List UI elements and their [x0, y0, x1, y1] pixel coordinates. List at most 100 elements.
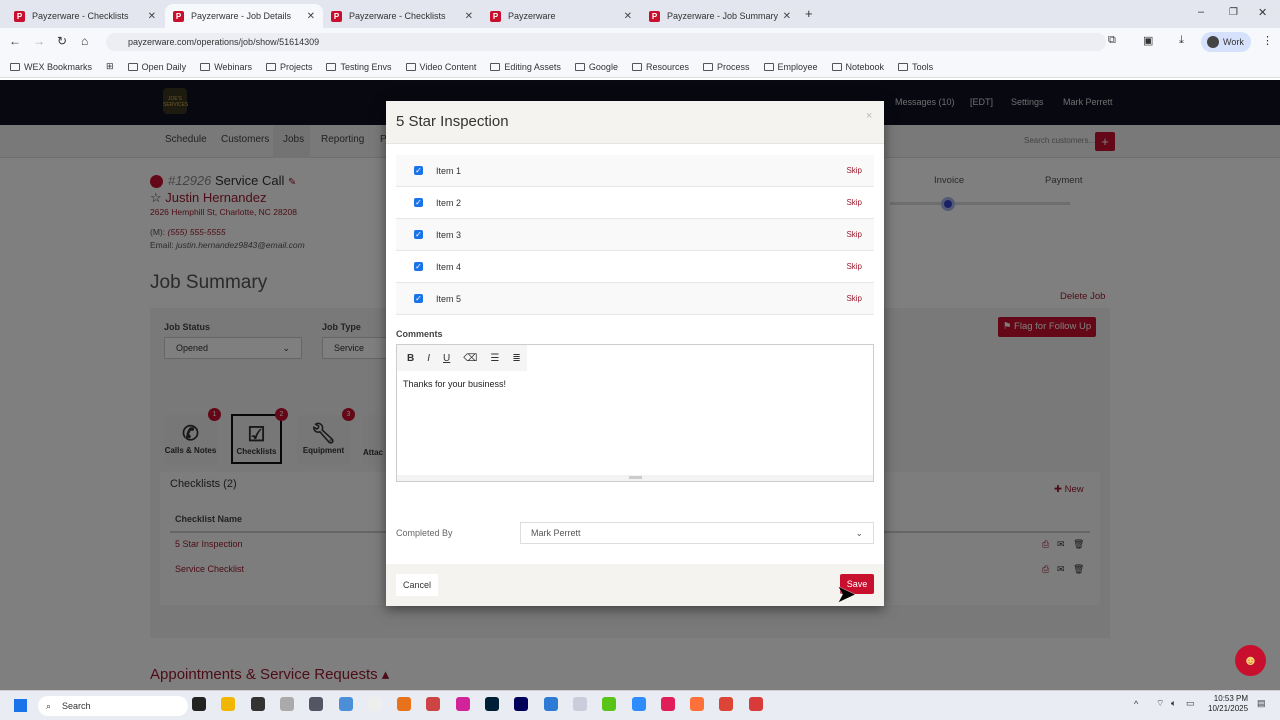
browser-tab[interactable]: P Payzerware - Job Summary ✕: [641, 4, 799, 28]
bookmark-item[interactable]: Google: [574, 62, 618, 72]
folder-icon: [763, 63, 774, 72]
close-tab-icon[interactable]: ✕: [148, 11, 156, 22]
close-tab-icon[interactable]: ✕: [465, 11, 473, 22]
bookmark-item[interactable]: Employee: [763, 62, 818, 72]
volume-icon[interactable]: 🔈︎: [1171, 698, 1176, 709]
browser-tab[interactable]: P Payzerware - Checklists ✕: [323, 4, 481, 28]
taskbar-app-icon[interactable]: [719, 697, 734, 711]
chat-widget-icon[interactable]: ☻: [1235, 645, 1266, 676]
battery-icon[interactable]: ▭: [1186, 698, 1195, 709]
taskbar-app-icon[interactable]: [309, 697, 324, 711]
close-window-icon[interactable]: ✕: [1258, 6, 1267, 19]
tray-chevron-icon[interactable]: ^: [1134, 699, 1138, 709]
taskbar-app-icon[interactable]: [367, 697, 382, 711]
taskbar-app-icon[interactable]: [221, 697, 236, 711]
close-tab-icon[interactable]: ✕: [624, 11, 632, 22]
comments-editor[interactable]: B I U ⌫ ☰ ≣ Thanks for your business!: [396, 344, 874, 482]
apps-grid-icon[interactable]: ⊞: [106, 61, 114, 72]
skip-link[interactable]: Skip: [846, 198, 862, 207]
bookmark-item[interactable]: Testing Envs: [326, 61, 392, 72]
bookmark-item[interactable]: WEX Bookmarks: [10, 62, 92, 72]
taskbar-app-icon[interactable]: [485, 697, 499, 711]
taskbar-search[interactable]: ⌕ Search: [38, 696, 188, 716]
comments-text[interactable]: Thanks for your business!: [397, 371, 873, 397]
bookmark-item[interactable]: Projects: [265, 62, 312, 72]
taskbar-app-icon[interactable]: [338, 697, 353, 711]
browser-tab[interactable]: P Payzerware - Checklists ✕: [6, 4, 164, 28]
completed-by-select[interactable]: Mark Perrett ⌄: [520, 522, 874, 544]
clock[interactable]: 10:53 PM 10/21/2025: [1208, 694, 1248, 714]
mouse-cursor-icon: ➤: [836, 581, 857, 608]
forward-icon[interactable]: →: [33, 34, 45, 48]
skip-link[interactable]: Skip: [846, 294, 862, 303]
taskbar-app-icon[interactable]: [602, 697, 617, 711]
bookmark-item[interactable]: Resources: [631, 62, 689, 72]
restore-icon[interactable]: ❐: [1229, 7, 1238, 18]
bookmark-label: Testing Envs: [340, 61, 392, 72]
menu-icon[interactable]: ⋮: [1262, 34, 1273, 47]
bookmark-item[interactable]: Open Daily: [127, 62, 186, 72]
italic-icon[interactable]: I: [427, 353, 430, 364]
payzerware-favicon-icon: P: [14, 10, 25, 22]
taskbar-app-icon[interactable]: [455, 697, 470, 711]
tab-title: Payzerware: [508, 11, 556, 21]
taskbar-app-icon[interactable]: [660, 697, 675, 711]
download-icon[interactable]: ⤓: [1179, 34, 1184, 47]
taskbar-app-icon[interactable]: [748, 697, 763, 711]
close-tab-icon[interactable]: ✕: [307, 11, 315, 22]
skip-link[interactable]: Skip: [846, 262, 862, 271]
notification-icon[interactable]: ▤: [1257, 698, 1266, 709]
taskbar-app-icon[interactable]: [690, 697, 705, 711]
item-label: Item 5: [436, 293, 462, 304]
extensions-icon[interactable]: ⧉: [1108, 34, 1116, 47]
bookmark-item[interactable]: Notebook: [831, 62, 884, 72]
taskbar-app-icon[interactable]: [279, 697, 294, 711]
bookmark-label: Video Content: [419, 61, 477, 72]
item-checkbox[interactable]: ✓: [414, 230, 423, 239]
reload-icon[interactable]: ↻: [57, 34, 67, 48]
skip-link[interactable]: Skip: [846, 230, 862, 239]
browser-tab-active[interactable]: P Payzerware - Job Details ✕: [165, 4, 323, 28]
item-checkbox[interactable]: ✓: [414, 166, 423, 175]
skip-link[interactable]: Skip: [846, 166, 862, 175]
tab-title: Payzerware - Checklists: [32, 11, 129, 21]
taskbar-app-icon[interactable]: [426, 697, 441, 711]
url-bar[interactable]: payzerware.com/operations/job/show/51614…: [106, 33, 1106, 51]
bookmark-item[interactable]: Editing Assets: [490, 62, 561, 72]
tab-title: Payzerware - Checklists: [349, 11, 446, 21]
taskbar-app-icon[interactable]: [514, 697, 529, 711]
cancel-button[interactable]: Cancel: [396, 574, 438, 596]
taskbar-app-icon[interactable]: [572, 697, 587, 711]
eraser-icon[interactable]: ⌫: [463, 353, 477, 364]
bookmark-item[interactable]: Process: [702, 61, 750, 72]
taskbar-app-icon[interactable]: [250, 697, 265, 711]
close-icon[interactable]: ×: [866, 110, 872, 122]
taskbar-app-icon[interactable]: [397, 697, 412, 711]
underline-icon[interactable]: U: [443, 353, 450, 364]
resize-handle[interactable]: [397, 475, 873, 481]
bookmark-item[interactable]: Video Content: [405, 61, 477, 72]
tab-search-icon[interactable]: ▣: [1143, 34, 1153, 47]
item-checkbox[interactable]: ✓: [414, 198, 423, 207]
home-icon[interactable]: ⌂: [81, 34, 88, 48]
taskbar-app-icon[interactable]: [192, 697, 206, 711]
bookmark-label: Tools: [912, 61, 934, 72]
taskbar-app-icon[interactable]: [631, 697, 646, 711]
bullet-list-icon[interactable]: ☰: [490, 353, 499, 364]
bookmark-item[interactable]: Webinars: [200, 62, 252, 72]
bold-icon[interactable]: B: [407, 353, 414, 364]
taskbar-app-icon[interactable]: [543, 697, 558, 711]
back-icon[interactable]: ←: [9, 34, 21, 48]
close-tab-icon[interactable]: ✕: [783, 11, 791, 22]
item-checkbox[interactable]: ✓: [414, 294, 423, 303]
minimize-icon[interactable]: –: [1198, 6, 1204, 18]
windows-start-icon[interactable]: [13, 698, 28, 713]
item-label: Item 3: [436, 229, 462, 240]
wifi-icon[interactable]: ⌔: [1156, 698, 1164, 709]
new-tab-icon[interactable]: +: [805, 6, 813, 21]
browser-tab[interactable]: P Payzerware ✕: [482, 4, 640, 28]
bookmark-item[interactable]: Tools: [898, 62, 933, 72]
item-checkbox[interactable]: ✓: [414, 262, 423, 271]
bookmark-label: Process: [716, 61, 750, 72]
numbered-list-icon[interactable]: ≣: [512, 353, 520, 364]
